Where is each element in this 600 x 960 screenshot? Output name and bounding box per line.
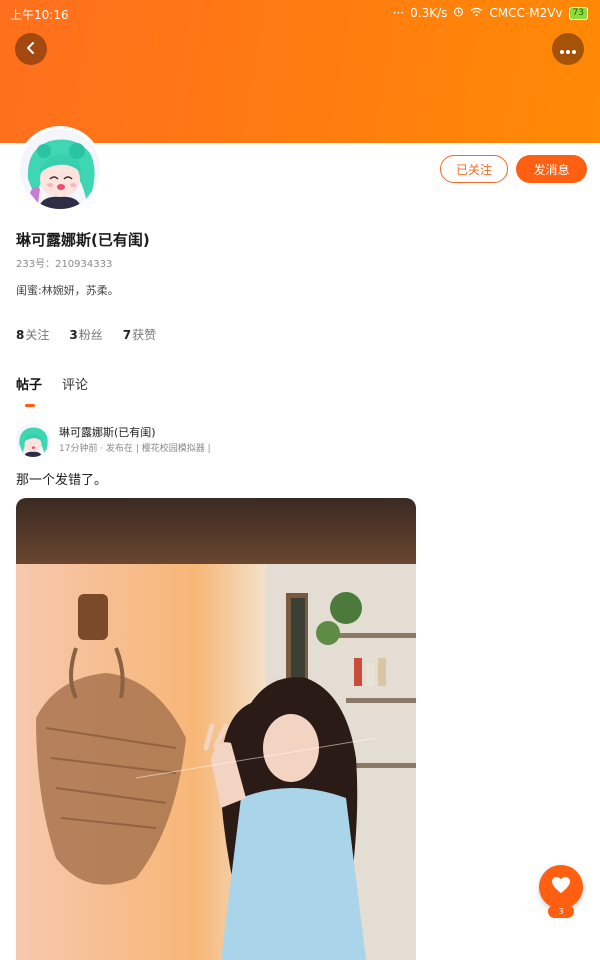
post-photo xyxy=(16,498,416,960)
back-icon xyxy=(24,40,38,59)
status-right: ··· 0.3K/s CMCC-M2Vv 73 xyxy=(393,6,588,20)
post-text: 那一个发错了。 xyxy=(16,473,108,488)
stat-following[interactable]: 8关注 xyxy=(16,326,49,343)
tab-posts[interactable]: 帖子 xyxy=(16,374,42,393)
profile-uid: 233号：210934333 xyxy=(16,259,113,270)
post-avatar-illustration xyxy=(16,423,50,457)
tab-comments[interactable]: 评论 xyxy=(62,374,88,393)
tab-indicator xyxy=(25,404,35,407)
alarm-icon xyxy=(453,6,464,20)
profile-tabs: 帖子 评论 xyxy=(16,374,88,393)
status-carrier: CMCC-M2Vv xyxy=(489,6,563,20)
following-button[interactable]: 已关注 xyxy=(440,155,508,183)
stat-following-label: 关注 xyxy=(25,328,50,342)
profile-bio: 闺蜜:林婉妍，苏柔。 xyxy=(16,284,119,297)
post-meta: 17分钟前 · 发布在 | 樱花校园模拟器 | xyxy=(59,444,211,454)
profile-stats: 8关注 3粉丝 7获赞 xyxy=(16,326,156,343)
back-button[interactable] xyxy=(15,33,47,65)
status-time: 上午10:16 xyxy=(10,8,69,22)
more-button[interactable] xyxy=(552,33,584,65)
stat-likes-label: 获赞 xyxy=(132,328,157,342)
like-button[interactable] xyxy=(539,865,583,909)
status-speed: 0.3K/s xyxy=(410,6,448,20)
stat-followers-count: 3 xyxy=(69,328,78,342)
stat-following-count: 8 xyxy=(16,328,25,342)
send-message-button[interactable]: 发消息 xyxy=(516,155,587,183)
battery-icon: 73 xyxy=(568,6,588,20)
wifi-icon xyxy=(470,6,483,20)
stat-followers[interactable]: 3粉丝 xyxy=(69,326,102,343)
stat-likes-count: 7 xyxy=(122,328,132,342)
status-bar: 上午10:16 ··· 0.3K/s CMCC-M2Vv 73 xyxy=(0,0,600,26)
post-author-name[interactable]: 琳可露娜斯(已有闺) xyxy=(59,424,156,440)
status-dots: ··· xyxy=(392,6,405,20)
stat-likes[interactable]: 7获赞 xyxy=(123,326,156,343)
post-author-avatar[interactable] xyxy=(16,423,50,457)
post-image[interactable] xyxy=(16,498,416,960)
like-count-badge: 3 xyxy=(548,905,574,918)
stat-followers-label: 粉丝 xyxy=(78,328,103,342)
avatar-illustration xyxy=(20,129,100,209)
more-icon xyxy=(559,40,577,59)
profile-name: 琳可露娜斯(已有闺) xyxy=(16,231,150,249)
avatar[interactable] xyxy=(17,126,103,212)
heart-icon xyxy=(551,876,571,898)
